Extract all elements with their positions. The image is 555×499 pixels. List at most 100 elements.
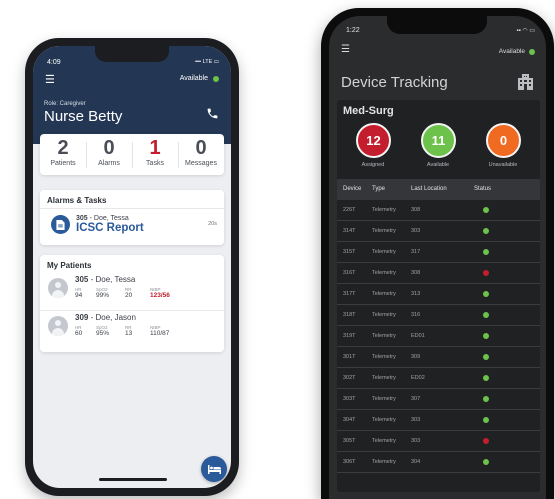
- device-row[interactable]: 319T Telemetry ED01: [337, 326, 540, 347]
- device-id: 301T: [343, 354, 356, 360]
- status-dot-icon: [483, 375, 489, 381]
- patient-name: 305 - Doe, Tessa: [75, 275, 135, 284]
- task-patient-name: - Doe, Tessa: [87, 215, 129, 222]
- device-id: 314T: [343, 228, 356, 234]
- status-dot-icon: [483, 249, 489, 255]
- caregiver-role: Role: Caregiver: [44, 101, 86, 107]
- device-row[interactable]: 305T Telemetry 303: [337, 431, 540, 452]
- availability-toggle[interactable]: Available: [180, 75, 219, 82]
- patient-avatar-icon: [48, 278, 68, 298]
- stat-label: Patients: [50, 160, 76, 167]
- my-patients-card: My Patients 305 - Doe, Tessa HR 94 SpO2 99…: [40, 255, 224, 352]
- status-dot-icon: [483, 207, 489, 213]
- device-location: 309: [411, 354, 421, 360]
- stat-label: Tasks: [146, 160, 164, 167]
- patient-row[interactable]: 309 - Doe, Jason HR 60 SpO2 95% RR 13 NIBP 1…: [40, 313, 224, 346]
- device-location: 308: [411, 270, 421, 276]
- availability-toggle[interactable]: Available: [499, 48, 535, 55]
- device-type: Telemetry: [372, 207, 396, 213]
- device-location: 307: [411, 396, 421, 402]
- status-dot-icon: [483, 459, 489, 465]
- task-elapsed-time: 20s: [208, 221, 217, 227]
- bed-assignment-button[interactable]: [201, 456, 227, 482]
- patient-fullname: - Doe, Tessa: [88, 275, 136, 284]
- assigned-label: Assigned: [361, 162, 385, 168]
- summary-stats: 2 Patients 0 Alarms 1 Tasks 0 Messages: [40, 134, 224, 175]
- task-title-link[interactable]: ICSC Report: [76, 222, 144, 234]
- unavailable-count-badge[interactable]: 0: [486, 123, 521, 158]
- device-type: Telemetry: [372, 333, 396, 339]
- device-location: 313: [411, 291, 421, 297]
- device-table-header: Device Type Last Location Status: [337, 179, 540, 200]
- status-dot-icon: [483, 438, 489, 444]
- status-dot-icon: [483, 270, 489, 276]
- hamburger-menu-icon[interactable]: ☰: [341, 44, 350, 55]
- device-id: 304T: [343, 417, 356, 423]
- device-location: 316: [411, 312, 421, 318]
- status-dot-icon: [483, 291, 489, 297]
- device-type: Telemetry: [372, 270, 396, 276]
- device-type: Telemetry: [372, 249, 396, 255]
- patient-fullname: - Doe, Jason: [88, 313, 136, 322]
- stat-messages[interactable]: 0 Messages: [178, 134, 224, 175]
- status-dot-icon: [483, 312, 489, 318]
- column-status[interactable]: Status: [474, 186, 491, 192]
- device-type: Telemetry: [372, 459, 396, 465]
- device-row[interactable]: 316T Telemetry 308: [337, 263, 540, 284]
- stat-value: 0: [195, 137, 207, 159]
- device-row[interactable]: 303T Telemetry 307: [337, 389, 540, 410]
- status-dot-icon: [483, 228, 489, 234]
- report-document-icon: [51, 215, 70, 234]
- device-row[interactable]: 306T Telemetry 304: [337, 452, 540, 473]
- device-location: 303: [411, 438, 421, 444]
- available-count-badge[interactable]: 11: [421, 123, 456, 158]
- device-row[interactable]: 302T Telemetry ED02: [337, 368, 540, 389]
- column-type[interactable]: Type: [372, 186, 385, 192]
- mockup-stage: 4:09 ▪▪▪ LTE ▭ ☰ Available Role: Caregiv…: [0, 0, 555, 499]
- availability-label: Available: [179, 75, 208, 82]
- building-icon[interactable]: [518, 74, 533, 90]
- device-row[interactable]: 226T Telemetry 308: [337, 200, 540, 221]
- divider: [40, 310, 224, 311]
- device-id: 315T: [343, 249, 356, 255]
- status-time: 4:09: [47, 59, 61, 66]
- column-last-location[interactable]: Last Location: [411, 186, 447, 192]
- device-id: 316T: [343, 270, 356, 276]
- device-row[interactable]: 318T Telemetry 316: [337, 305, 540, 326]
- alarms-tasks-card: Alarms & Tasks 305 - Doe, Tessa ICSC Rep…: [40, 190, 224, 245]
- stat-value: 0: [103, 137, 115, 159]
- unit-title: Med-Surg: [343, 105, 394, 117]
- phone-icon[interactable]: [206, 107, 219, 120]
- patient-avatar-icon: [48, 316, 68, 336]
- device-tracking-screen: 1:22 ▪▪ ◠ ▭ ☰ Available Device Tracking …: [329, 16, 546, 499]
- device-row[interactable]: 315T Telemetry 317: [337, 242, 540, 263]
- device-row[interactable]: 317T Telemetry 313: [337, 284, 540, 305]
- caregiver-phone: 4:09 ▪▪▪ LTE ▭ ☰ Available Role: Caregiv…: [25, 38, 239, 496]
- home-indicator[interactable]: [99, 478, 167, 481]
- my-patients-title: My Patients: [47, 261, 92, 270]
- device-type: Telemetry: [372, 354, 396, 360]
- stat-label: Alarms: [98, 160, 120, 167]
- device-row[interactable]: 301T Telemetry 309: [337, 347, 540, 368]
- device-type: Telemetry: [372, 375, 396, 381]
- device-row[interactable]: 304T Telemetry 303: [337, 410, 540, 431]
- device-id: 306T: [343, 459, 356, 465]
- patient-row[interactable]: 305 - Doe, Tessa HR 94 SpO2 99% RR 20 NIBP 1…: [40, 275, 224, 308]
- device-location: 303: [411, 417, 421, 423]
- caregiver-screen: 4:09 ▪▪▪ LTE ▭ ☰ Available Role: Caregiv…: [33, 46, 231, 488]
- stat-value: 1: [149, 137, 161, 159]
- patient-room: 305: [75, 275, 89, 284]
- stat-tasks[interactable]: 1 Tasks: [132, 134, 178, 175]
- assigned-count-badge[interactable]: 12: [356, 123, 391, 158]
- hamburger-menu-icon[interactable]: ☰: [45, 73, 55, 86]
- stat-alarms[interactable]: 0 Alarms: [86, 134, 132, 175]
- phone-notch: [95, 46, 169, 62]
- device-type: Telemetry: [372, 438, 396, 444]
- patient-name: 309 - Doe, Jason: [75, 313, 136, 322]
- stat-patients[interactable]: 2 Patients: [40, 134, 86, 175]
- device-id: 226T: [343, 207, 356, 213]
- device-row[interactable]: 314T Telemetry 303: [337, 221, 540, 242]
- column-device[interactable]: Device: [343, 186, 361, 192]
- med-surg-panel: Med-Surg 12 Assigned 11 Available 0 Unav…: [337, 100, 540, 492]
- device-location: 308: [411, 207, 421, 213]
